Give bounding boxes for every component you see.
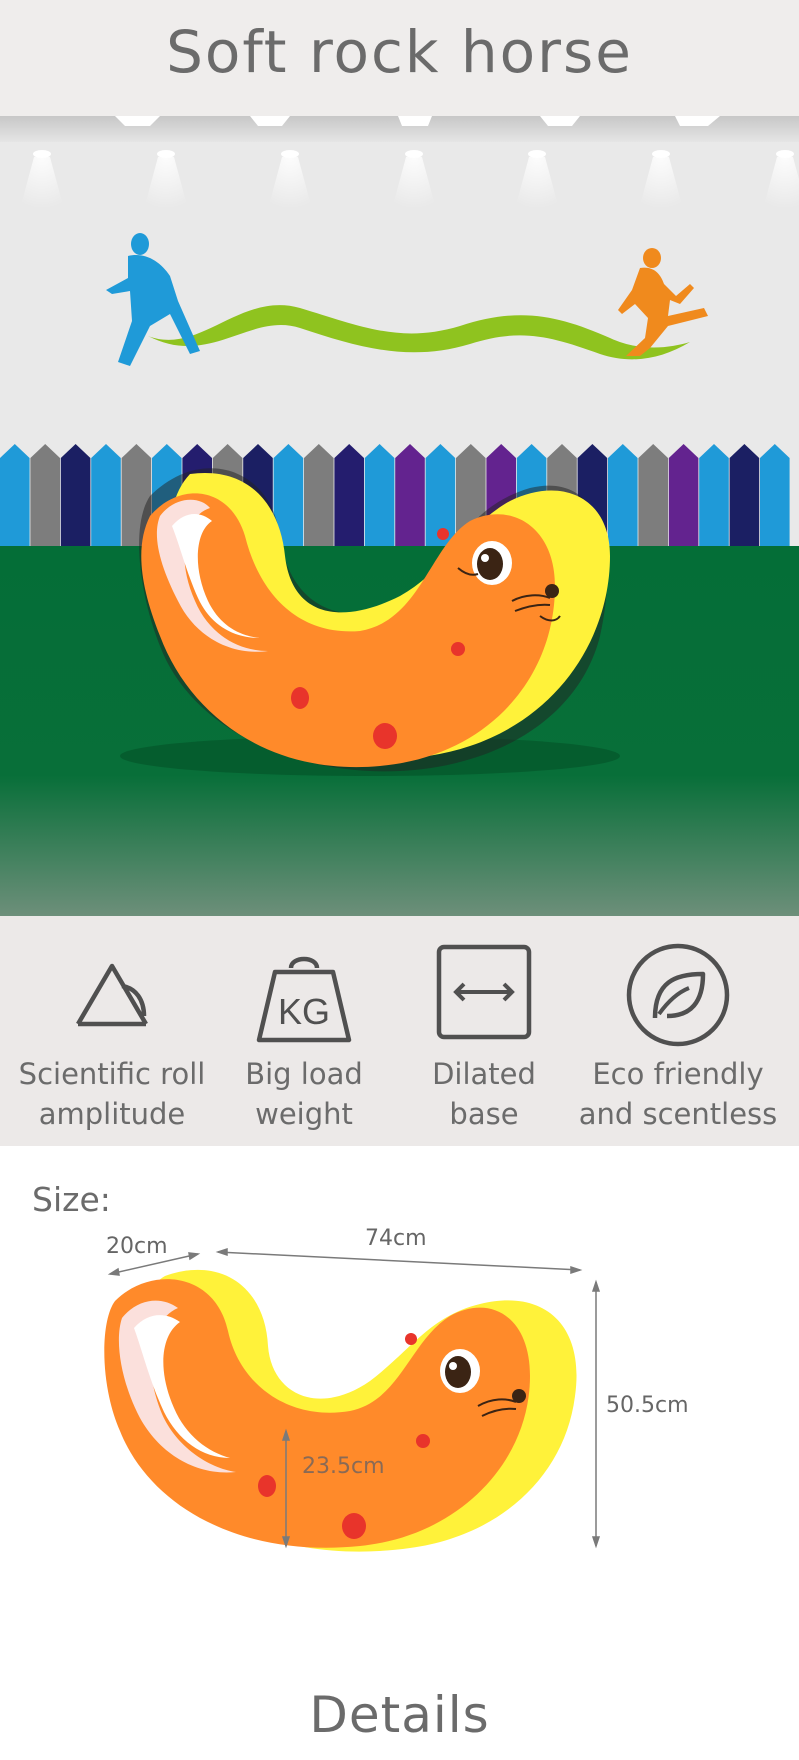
feature-eco-friendly: Eco friendly and scentless (578, 916, 778, 1146)
title-band: Soft rock horse (0, 0, 799, 116)
fence-picket (668, 444, 699, 548)
kg-weight-icon: KG (256, 956, 352, 1043)
dimension-length-label: 74cm (365, 1226, 427, 1251)
fence-picket (638, 444, 668, 548)
expand-arrows-icon (436, 944, 532, 1040)
fence-picket (395, 444, 425, 548)
feature-label: Eco friendly and scentless (578, 1057, 778, 1131)
feature-label: Dilated base (432, 1057, 536, 1131)
dimension-width-label: 20cm (106, 1234, 168, 1259)
product-scene (0, 116, 799, 916)
product-scene-illustration (0, 116, 799, 916)
features-strip: Scientific roll amplitude KG Big load we… (0, 916, 799, 1146)
feature-dilated-base: Dilated base (384, 916, 584, 1146)
fence-picket (30, 444, 60, 548)
details-heading: Details (309, 1686, 490, 1744)
size-section: Size: 20cm 74cm 50.5cm 23.5cm (0, 1146, 799, 1686)
fence-picket (304, 444, 334, 548)
fence-picket (91, 444, 121, 548)
feature-label: Big load weight (245, 1057, 363, 1131)
fence-picket (334, 444, 364, 548)
fence-picket (608, 444, 638, 548)
triangle-arc-icon (76, 963, 148, 1027)
feature-scientific-roll: Scientific roll amplitude (12, 916, 212, 1146)
fence-picket (760, 444, 790, 548)
size-heading: Size: (32, 1180, 111, 1219)
seal-rocker-size-illustration (104, 1269, 577, 1552)
fence-picket (729, 444, 760, 548)
leaf-icon (626, 943, 730, 1047)
dimension-inner-height-label: 23.5cm (302, 1454, 385, 1479)
size-diagram (104, 1247, 601, 1552)
svg-text:KG: KG (278, 991, 330, 1032)
feature-big-load: KG Big load weight (204, 916, 404, 1146)
dimension-height-label: 50.5cm (606, 1393, 689, 1418)
fence-picket (699, 444, 729, 548)
page-title: Soft rock horse (166, 18, 633, 86)
feature-label: Scientific roll amplitude (18, 1057, 206, 1131)
fence-picket (60, 444, 91, 548)
fence-picket (0, 444, 30, 548)
fence-picket (364, 444, 395, 548)
